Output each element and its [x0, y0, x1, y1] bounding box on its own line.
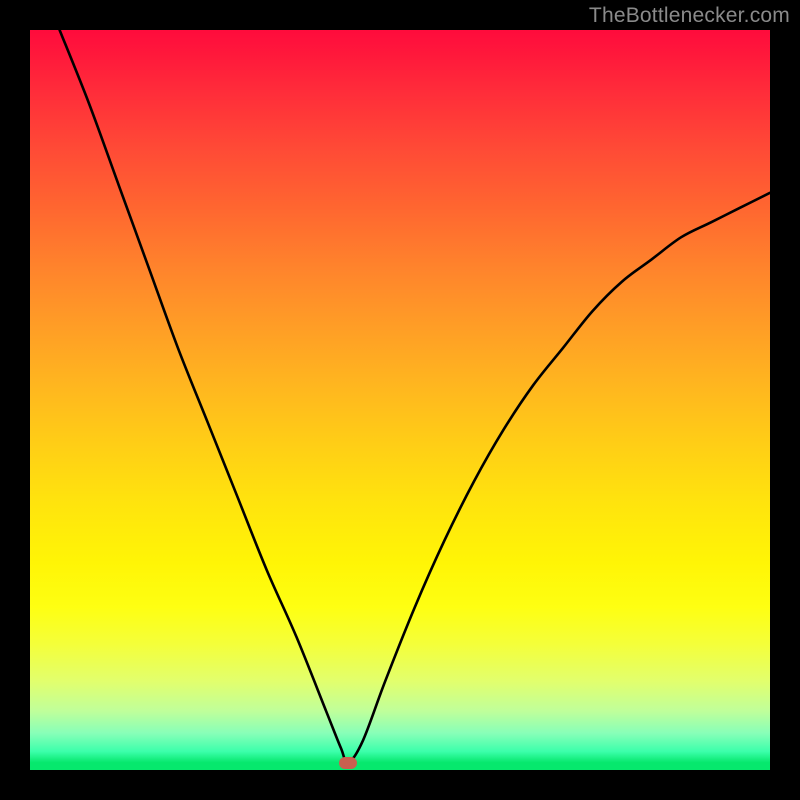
plot-area: [30, 30, 770, 770]
minimum-marker: [339, 757, 357, 769]
bottleneck-curve: [30, 30, 770, 770]
chart-frame: TheBottlenecker.com: [0, 0, 800, 800]
curve-path: [60, 30, 770, 763]
watermark-text: TheBottlenecker.com: [589, 4, 790, 28]
